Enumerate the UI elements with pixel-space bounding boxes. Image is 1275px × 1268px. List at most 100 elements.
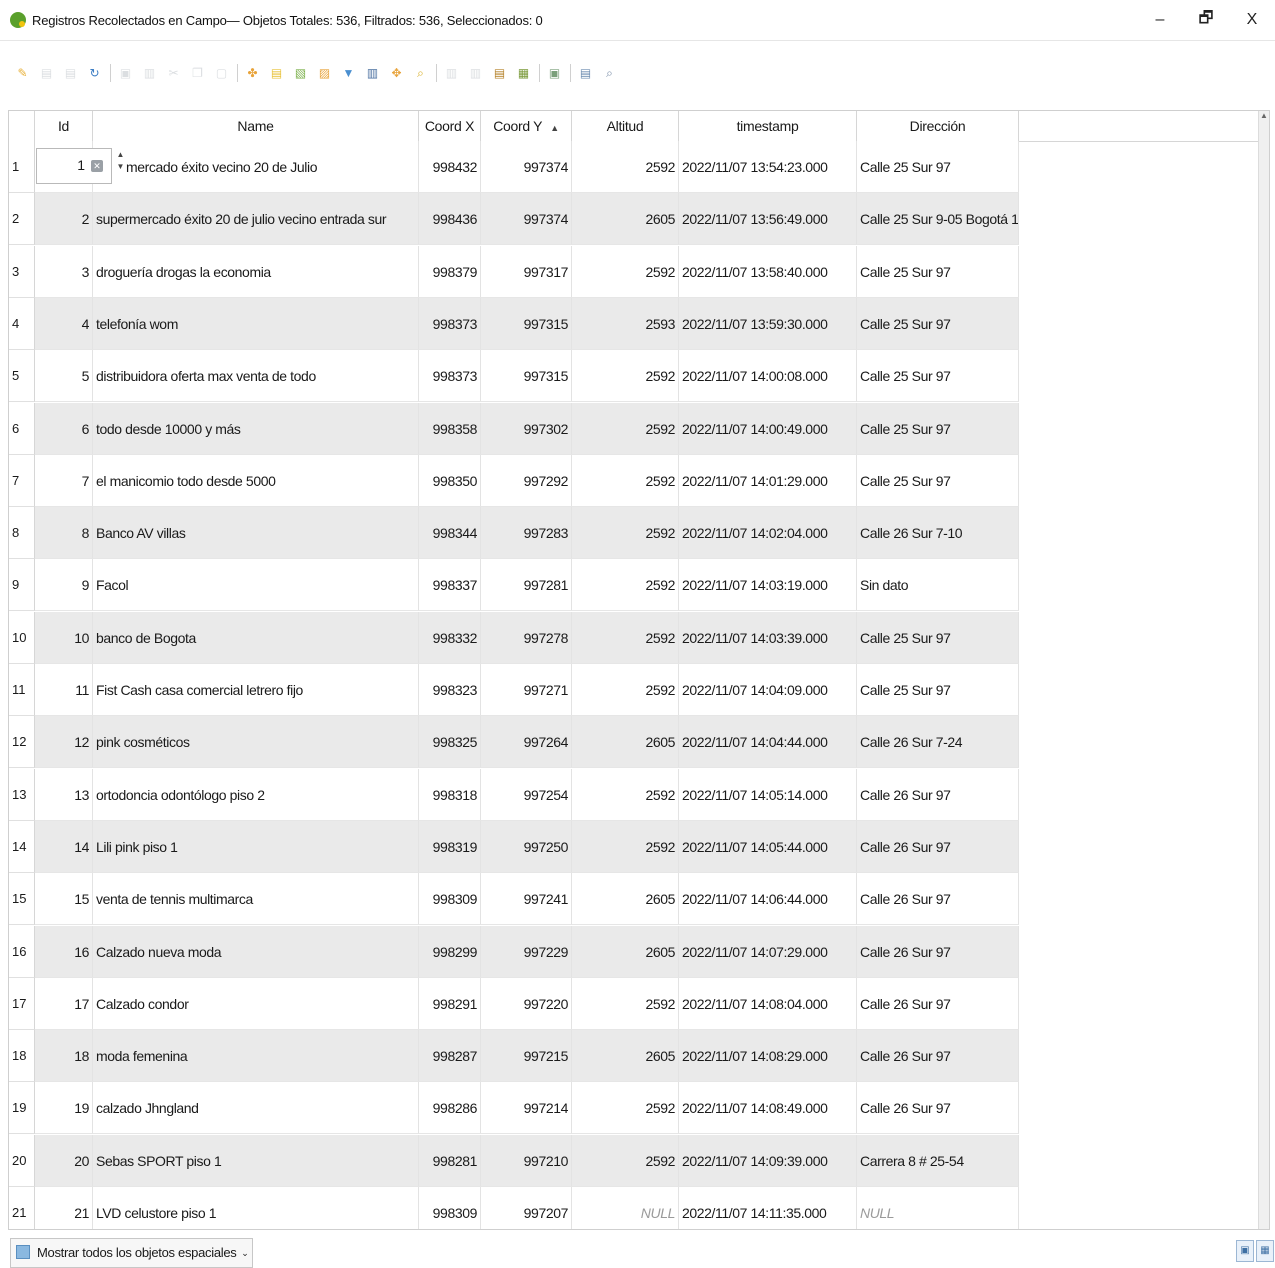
row-number[interactable]: 8	[9, 507, 35, 560]
close-button[interactable]: X	[1229, 0, 1275, 40]
cell-y[interactable]: 997220	[481, 977, 572, 1030]
table-row[interactable]: 4 4 telefonía wom 998373 997315 2593 2022/11/0…	[9, 297, 1019, 350]
cell-dir[interactable]: Calle 25 Sur 97	[857, 141, 1019, 193]
edit-pencil-icon[interactable]: ✎	[14, 65, 31, 82]
cell-id[interactable]: 5	[35, 350, 93, 403]
row-number[interactable]: 14	[9, 820, 35, 873]
cell-y[interactable]: 997229	[481, 925, 572, 978]
cell-name[interactable]: telefonía wom	[93, 297, 419, 350]
cell-x[interactable]: 998358	[419, 402, 481, 455]
deselect-icon[interactable]: ▨	[316, 65, 333, 82]
chevron-down-icon[interactable]: ⌄	[241, 1239, 249, 1267]
cell-alt[interactable]: 2593	[572, 297, 679, 350]
cell-y[interactable]: 997264	[481, 716, 572, 769]
row-number[interactable]: 3	[9, 245, 35, 298]
cell-name[interactable]: pink cosméticos	[93, 716, 419, 769]
cell-y[interactable]: 997317	[481, 245, 572, 298]
cell-name[interactable]: mercado éxito vecino 20 de Julio	[93, 141, 419, 193]
cell-x[interactable]: 998291	[419, 977, 481, 1030]
corner-header[interactable]	[9, 111, 35, 141]
cell-ts[interactable]: 2022/11/07 14:06:44.000	[679, 873, 857, 926]
cell-alt[interactable]: 2592	[572, 768, 679, 821]
expression-select-icon[interactable]: ✤	[244, 65, 261, 82]
cell-id[interactable]: 18	[35, 1030, 93, 1083]
cell-ts[interactable]: 2022/11/07 14:08:04.000	[679, 977, 857, 1030]
cell-x[interactable]: 998281	[419, 1134, 481, 1187]
cell-id[interactable]: 13	[35, 768, 93, 821]
save-edits-icon[interactable]: ▤	[62, 65, 79, 82]
cell-name[interactable]: LVD celustore piso 1	[93, 1187, 419, 1229]
table-row[interactable]: 14 14 Lili pink piso 1 998319 997250 2592 2022…	[9, 820, 1019, 873]
delete-field-icon[interactable]: ▥	[467, 65, 484, 82]
row-number[interactable]: 15	[9, 873, 35, 926]
cell-dir[interactable]: Calle 25 Sur 97	[857, 402, 1019, 455]
table-row[interactable]: 3 3 droguería drogas la economia 998379 9973…	[9, 245, 1019, 298]
cell-x[interactable]: 998337	[419, 559, 481, 612]
add-feature-icon[interactable]: ▣	[117, 65, 134, 82]
table-row[interactable]: 10 10 banco de Bogota 998332 997278 2592 2022/…	[9, 611, 1019, 664]
cell-alt[interactable]: 2592	[572, 350, 679, 403]
cell-alt[interactable]: 2605	[572, 873, 679, 926]
cell-name[interactable]: Facol	[93, 559, 419, 612]
cell-alt[interactable]: 2592	[572, 977, 679, 1030]
cell-x[interactable]: 998350	[419, 454, 481, 507]
table-view-button[interactable]: ▦	[1256, 1240, 1274, 1262]
cell-alt[interactable]: 2592	[572, 820, 679, 873]
cell-x[interactable]: 998344	[419, 507, 481, 560]
cell-y[interactable]: 997254	[481, 768, 572, 821]
cell-dir[interactable]: Carrera 8 # 25-54	[857, 1134, 1019, 1187]
cell-id[interactable]: 3	[35, 245, 93, 298]
column-header-alt[interactable]: Altitud	[572, 111, 679, 141]
table-row[interactable]: 17 17 Calzado condor 998291 997220 2592 2022/1…	[9, 977, 1019, 1030]
id-spinbox-editor[interactable]: 1 ✕	[36, 148, 112, 184]
cell-x[interactable]: 998379	[419, 245, 481, 298]
cell-alt[interactable]: 2605	[572, 193, 679, 246]
cell-x[interactable]: 998373	[419, 350, 481, 403]
cell-id[interactable]: 14	[35, 820, 93, 873]
cell-y[interactable]: 997207	[481, 1187, 572, 1229]
row-number[interactable]: 19	[9, 1082, 35, 1135]
cell-id[interactable]: 20	[35, 1134, 93, 1187]
cell-x[interactable]: 998325	[419, 716, 481, 769]
cell-x[interactable]: 998309	[419, 873, 481, 926]
cell-dir[interactable]: Calle 25 Sur 97	[857, 245, 1019, 298]
spin-up-icon[interactable]: ▲	[116, 149, 125, 161]
cell-alt[interactable]: 2605	[572, 925, 679, 978]
cell-id[interactable]: 9	[35, 559, 93, 612]
cell-x[interactable]: 998318	[419, 768, 481, 821]
pan-map-icon[interactable]: ✥	[388, 65, 405, 82]
cell-alt[interactable]: 2592	[572, 141, 679, 193]
filter-icon[interactable]: ▼	[340, 65, 357, 82]
cell-name[interactable]: supermercado éxito 20 de julio vecino en…	[93, 193, 419, 246]
cell-dir[interactable]: Calle 25 Sur 97	[857, 454, 1019, 507]
scroll-up-arrow-icon[interactable]: ▲	[1259, 111, 1269, 120]
cell-dir[interactable]: NULL	[857, 1187, 1019, 1229]
column-header-y[interactable]: Coord Y ▲	[481, 111, 572, 141]
cell-dir[interactable]: Calle 26 Sur 7-24	[857, 716, 1019, 769]
cell-ts[interactable]: 2022/11/07 14:08:29.000	[679, 1030, 857, 1083]
cell-id[interactable]: 10	[35, 611, 93, 664]
cell-x[interactable]: 998309	[419, 1187, 481, 1229]
cell-ts[interactable]: 2022/11/07 14:00:49.000	[679, 402, 857, 455]
table-row[interactable]: 2 2 supermercado éxito 20 de julio vecino …	[9, 193, 1019, 246]
table-row[interactable]: 18 18 moda femenina 998287 997215 2605 2022/11…	[9, 1030, 1019, 1083]
cell-name[interactable]: Lili pink piso 1	[93, 820, 419, 873]
cell-alt[interactable]: 2592	[572, 611, 679, 664]
column-header-x[interactable]: Coord X	[419, 111, 481, 141]
cell-name[interactable]: Calzado nueva moda	[93, 925, 419, 978]
cell-y[interactable]: 997374	[481, 141, 572, 193]
cell-name[interactable]: droguería drogas la economia	[93, 245, 419, 298]
table-row[interactable]: 7 7 el manicomio todo desde 5000 998350 9972…	[9, 454, 1019, 507]
row-number[interactable]: 1	[9, 141, 35, 193]
table-row[interactable]: 9 9 Facol 998337 997281 2592 2022/11/07 14:03:…	[9, 559, 1019, 612]
table-row[interactable]: 20 20 Sebas SPORT piso 1 998281 997210 2592 20…	[9, 1134, 1019, 1187]
show-all-features-button[interactable]: Mostrar todos los objetos espaciales ⌄	[10, 1238, 254, 1268]
row-number[interactable]: 16	[9, 925, 35, 978]
delete-feature-icon[interactable]: ▥	[141, 65, 158, 82]
id-spinbox-value[interactable]: 1	[77, 157, 85, 173]
cell-ts[interactable]: 2022/11/07 14:00:08.000	[679, 350, 857, 403]
cell-y[interactable]: 997281	[481, 559, 572, 612]
dock-icon[interactable]: ▣	[546, 65, 563, 82]
cell-x[interactable]: 998286	[419, 1082, 481, 1135]
multi-edit-icon[interactable]: ▤	[38, 65, 55, 82]
